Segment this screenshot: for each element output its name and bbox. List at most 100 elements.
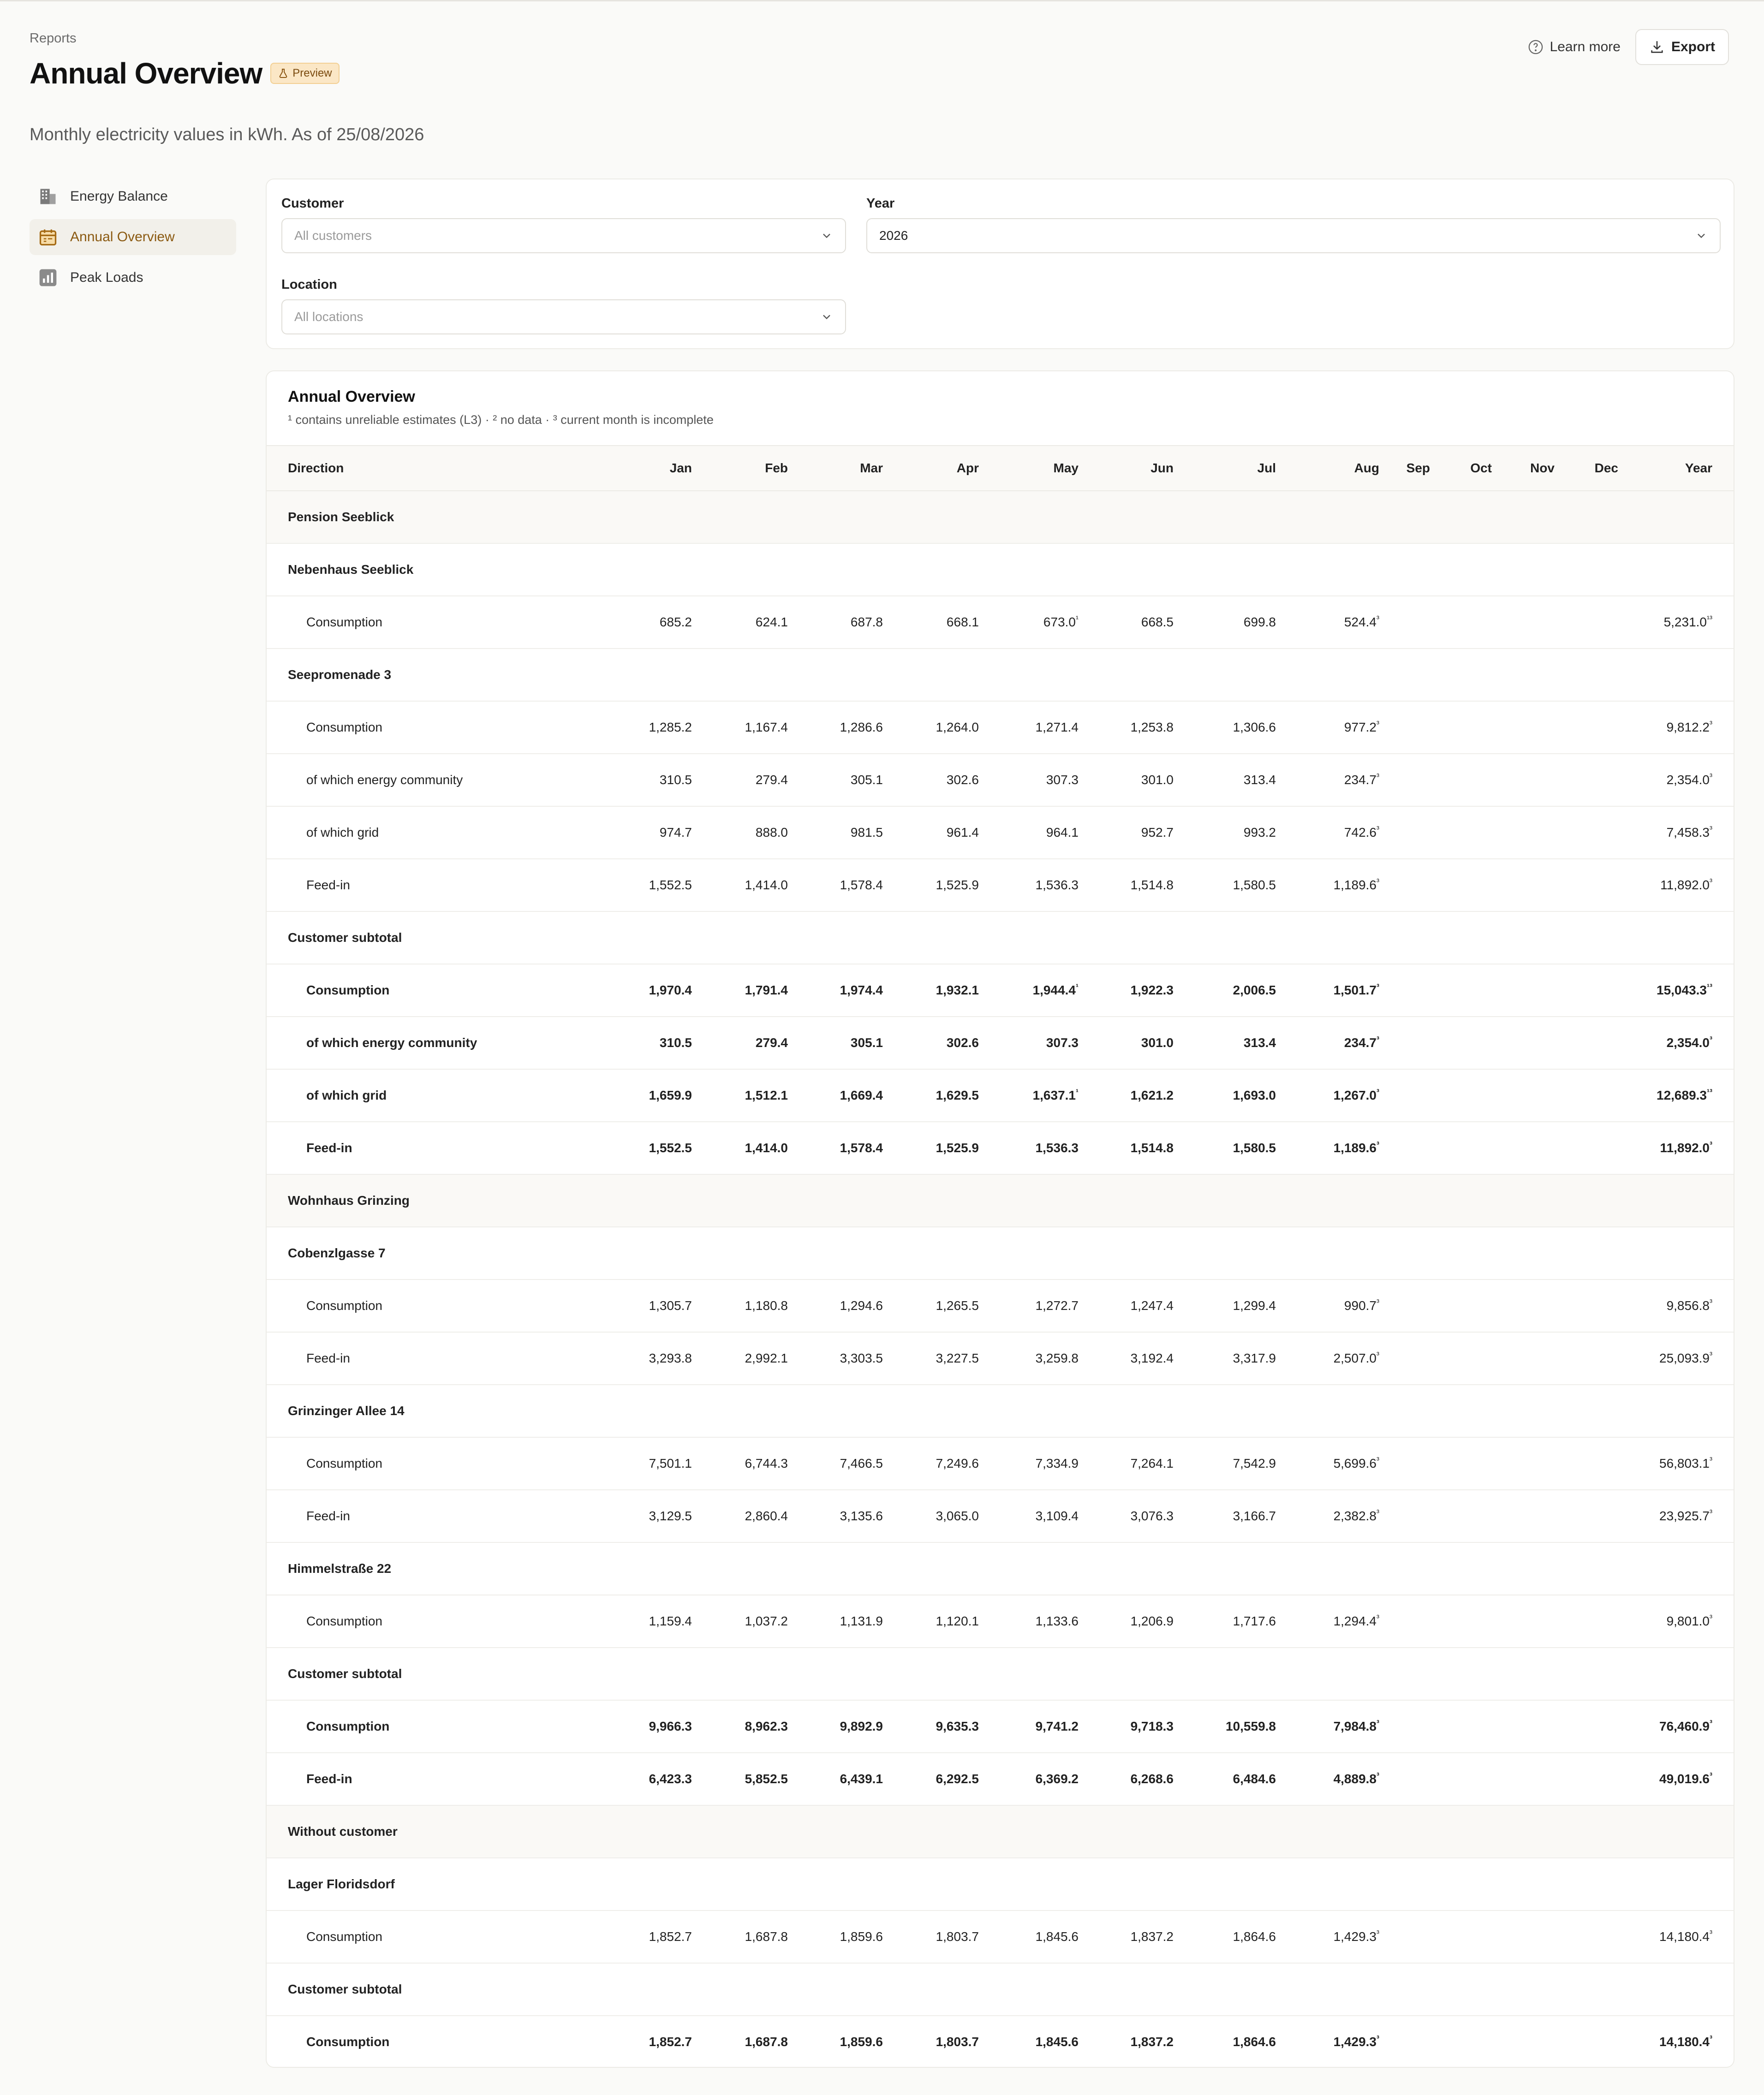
column-header-year[interactable]: Year	[1618, 445, 1734, 491]
column-header-jun[interactable]: Jun	[1079, 445, 1174, 491]
table-cell: 1,294.6	[788, 1280, 883, 1333]
column-header-nov[interactable]: Nov	[1492, 445, 1555, 491]
table-cell	[788, 491, 883, 544]
column-header-jan[interactable]: Jan	[590, 445, 692, 491]
table-cell	[1618, 543, 1734, 596]
table-cell	[692, 1385, 788, 1438]
year-label: Year	[866, 196, 895, 211]
table-cell	[1618, 1227, 1734, 1280]
column-header-may[interactable]: May	[979, 445, 1079, 491]
table-cell	[1430, 649, 1492, 702]
footnote-marker: ³	[1377, 1297, 1379, 1307]
table-cell: 1,837.2	[1079, 2016, 1174, 2067]
breadcrumb[interactable]: Reports	[30, 31, 340, 46]
table-cell: 1,852.7	[590, 2016, 692, 2067]
table-cell	[1379, 1595, 1430, 1648]
sidebar-item-peak-loads[interactable]: Peak Loads	[30, 260, 236, 296]
table-cell: 1,974.4	[788, 964, 883, 1017]
table-cell	[1555, 964, 1618, 1017]
export-button[interactable]: Export	[1635, 29, 1729, 65]
column-header-sep[interactable]: Sep	[1379, 445, 1430, 491]
table-cell	[979, 649, 1079, 702]
customer-select[interactable]: All customers	[281, 218, 846, 253]
table-cell	[1379, 1069, 1430, 1122]
learn-more-link[interactable]: Learn more	[1523, 33, 1625, 61]
table-cell	[590, 1648, 692, 1701]
column-header-aug[interactable]: Aug	[1276, 445, 1379, 491]
table-cell: 305.1	[788, 754, 883, 807]
table-cell	[1618, 1805, 1734, 1858]
table-cell: 10,559.8	[1174, 1700, 1276, 1753]
footnote-marker: ³	[1710, 1613, 1712, 1623]
column-header-feb[interactable]: Feb	[692, 445, 788, 491]
table-cell	[883, 491, 979, 544]
table-cell: 981.5	[788, 806, 883, 859]
table-cell: 977.2³	[1276, 701, 1379, 754]
table-cell	[883, 1542, 979, 1595]
table-cell: 5,231.0¹³	[1618, 596, 1734, 649]
table-cell	[979, 1227, 1079, 1280]
table-cell	[692, 649, 788, 702]
table-cell	[1492, 754, 1555, 807]
table-cell: 990.7³	[1276, 1280, 1379, 1333]
column-header-jul[interactable]: Jul	[1174, 445, 1276, 491]
table-cell: 668.1	[883, 596, 979, 649]
table-row: Consumption 1,305.7 1,180.8 1,294.6 1,265.5 1…	[267, 1280, 1734, 1333]
table-cell: 7,501.1	[590, 1437, 692, 1490]
table-cell	[788, 911, 883, 964]
row-label: Feed-in	[267, 1122, 590, 1175]
sidebar-item-energy-balance[interactable]: Energy Balance	[30, 179, 236, 214]
column-header-mar[interactable]: Mar	[788, 445, 883, 491]
year-select[interactable]: 2026	[866, 218, 1721, 253]
table-cell	[1430, 1017, 1492, 1070]
table-cell: 6,369.2	[979, 1753, 1079, 1806]
table-cell	[692, 1542, 788, 1595]
location-row: Customer subtotal	[267, 1963, 1734, 2016]
table-cell: 1,845.6	[979, 2016, 1079, 2067]
page-subtitle: Monthly electricity values in kWh. As of…	[30, 125, 424, 144]
location-row: Himmelstraße 22	[267, 1542, 1734, 1595]
table-cell	[1555, 1700, 1618, 1753]
table-cell	[1555, 911, 1618, 964]
table-cell: 6,744.3	[692, 1437, 788, 1490]
table-cell	[1079, 1805, 1174, 1858]
table-cell: 3,259.8	[979, 1332, 1079, 1385]
annual-overview-table-card: Annual Overview ¹ contains unreliable es…	[266, 370, 1734, 2068]
table-cell: 1,859.6	[788, 2016, 883, 2067]
row-label: Feed-in	[267, 1332, 590, 1385]
column-header-direction[interactable]: Direction	[267, 445, 590, 491]
sidebar-item-annual-overview[interactable]: Annual Overview	[30, 219, 236, 255]
table-cell: 11,892.0³	[1618, 1122, 1734, 1175]
table-cell: 1,536.3	[979, 859, 1079, 912]
table-cell: 1,180.8	[692, 1280, 788, 1333]
table-cell: 1,944.4¹	[979, 964, 1079, 1017]
column-header-dec[interactable]: Dec	[1555, 445, 1618, 491]
table-cell	[1276, 1963, 1379, 2016]
table-cell	[1492, 964, 1555, 1017]
table-cell	[979, 1385, 1079, 1438]
table-cell: 1,637.1¹	[979, 1069, 1079, 1122]
table-cell	[590, 649, 692, 702]
table-cell	[1555, 1069, 1618, 1122]
table-cell: 2,006.5	[1174, 964, 1276, 1017]
table-cell	[1379, 1174, 1430, 1227]
table-cell	[1618, 1542, 1734, 1595]
table-cell	[1430, 1595, 1492, 1648]
table-cell: 1,265.5	[883, 1280, 979, 1333]
location-select[interactable]: All locations	[281, 299, 846, 334]
table-cell	[1079, 1648, 1174, 1701]
table-cell: 1,525.9	[883, 1122, 979, 1175]
table-cell	[1430, 701, 1492, 754]
table-cell	[1555, 1122, 1618, 1175]
table-cell: 687.8	[788, 596, 883, 649]
table-cell	[1379, 596, 1430, 649]
table-cell: 302.6	[883, 754, 979, 807]
table-cell: 14,180.4³	[1618, 2016, 1734, 2067]
table-cell	[1492, 649, 1555, 702]
export-label: Export	[1671, 39, 1715, 54]
column-header-oct[interactable]: Oct	[1430, 445, 1492, 491]
table-cell: 3,129.5	[590, 1490, 692, 1543]
footnote-marker: ³	[1377, 982, 1379, 992]
table-cell	[788, 1542, 883, 1595]
column-header-apr[interactable]: Apr	[883, 445, 979, 491]
